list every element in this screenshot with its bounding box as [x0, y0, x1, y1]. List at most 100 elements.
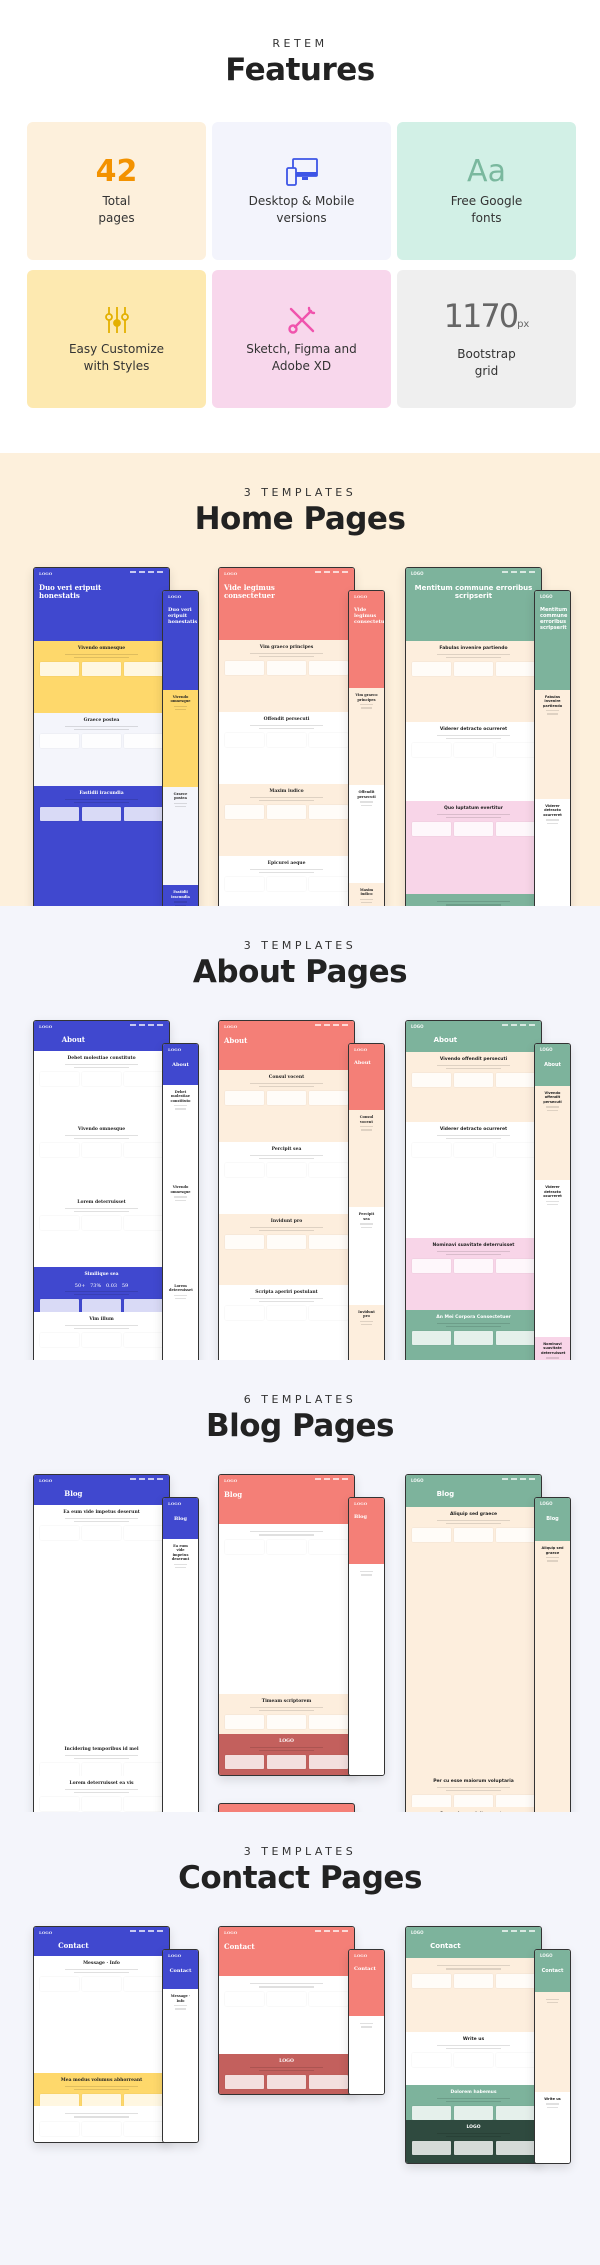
feature-label: Desktop & Mobile versions	[248, 194, 355, 225]
mockup-headline: About	[433, 1036, 458, 1044]
mockup-block-heading: Offendit persecuti	[263, 717, 310, 722]
mockup-nav	[315, 1930, 348, 1932]
mockup-block-heading: Vim graeco principes	[259, 645, 314, 650]
desktop-mockup: LOGO About Consul vocent Percipit sea In…	[218, 1020, 355, 1360]
mockup-header: LOGO Blog	[349, 1498, 384, 1565]
mockup-block: Graece postea	[163, 786, 198, 886]
mockup-block-heading: Percipit sea	[271, 1147, 302, 1152]
mockup-block: Vivendo omnesque	[34, 641, 169, 713]
mobile-mockup: LOGO Contact Message · Info Mea modus vo…	[162, 1949, 199, 2143]
mockup-block-heading: Write us	[462, 2037, 485, 2042]
mockup-block-heading: Maxim iudico	[359, 887, 374, 897]
mockup-header: LOGO Blog	[34, 1475, 169, 1505]
mockup-block-heading: Percipit sea	[358, 1212, 375, 1221]
mobile-mockup: LOGO Vide legimus consectetuer Vim graec…	[348, 590, 385, 906]
mockup-logo: LOGO	[168, 1501, 182, 1506]
mockup-block: Percipit sea	[219, 1142, 354, 1214]
mockup-block-heading: Fastidii iracundia	[171, 890, 190, 899]
mockup-block-heading: Message · Info	[170, 1994, 191, 2003]
mobile-mockup: LOGO Blog Timeam scriptorem LOGO	[348, 1497, 385, 1776]
mockup-block-heading: Message · Info	[83, 1961, 120, 1966]
mockup-block: Viderer detracto ocurreret	[535, 1180, 570, 1337]
mobile-mockup: LOGO About Debet molestiae constituto Vi…	[162, 1043, 199, 1360]
mockup-block: Similique sea 50+ 73% 0.03 59	[34, 1267, 169, 1312]
mockup-headline: Contact	[354, 1966, 376, 1972]
mockup-block: Graece postea	[34, 713, 169, 786]
mockup-logo: LOGO	[168, 1953, 182, 1958]
mockup-block: LOGO	[406, 2120, 541, 2163]
mockup-block: Lorem deterruisset	[163, 1278, 198, 1360]
mockup-block-heading: Vivendo offendit persecuti	[439, 1057, 508, 1062]
mockup-header: LOGO Vide legimus consectetuer	[219, 568, 354, 640]
section-title: Blog Pages	[205, 1408, 395, 1444]
mockup-block: LOGO	[219, 1734, 354, 1775]
section-kicker: 3 TEMPLATES	[243, 1845, 357, 1858]
mockup-headline: About	[224, 1036, 248, 1045]
mockup-header: LOGO Contact	[163, 1950, 198, 1990]
mockup-block: Vivendo omnesque	[163, 689, 198, 787]
feature-label: Sketch, Figma and Adobe XD	[246, 342, 357, 373]
desktop-mockup: LOGO Contact Message · Info Mea modus vo…	[33, 1926, 170, 2143]
mockup-block-heading: Incidering temporibus id mel	[64, 1747, 139, 1752]
mockup-header: LOGO Vide legimus consectetuer	[349, 591, 384, 689]
mockup-headline: About	[61, 1035, 86, 1044]
mockup-headline: Blog	[546, 1516, 559, 1522]
mobile-mockup: LOGO Contact LOGO	[348, 1949, 385, 2095]
mockup-block: Fabulas invenire partiendo	[406, 641, 541, 722]
desktop-mockup: LOGO Blog Timeam scriptorem LOGO	[218, 1474, 355, 1776]
section-title: About Pages	[192, 954, 408, 990]
feature-label: Free Google fonts	[450, 194, 523, 225]
mockup-block: Vim graeco principes	[219, 640, 354, 712]
mockup-block: Quo luptatum evertitur	[406, 801, 541, 894]
feature-label: Bootstrap grid	[457, 346, 516, 378]
mockup-nav	[130, 1930, 163, 1932]
feature-label: Total pages	[98, 194, 135, 225]
mockup-block-heading: Vivendo omnesque	[77, 646, 126, 651]
mockup-headline: Blog	[224, 1490, 243, 1499]
mockup-block-heading: Quo luptatum evertitur	[444, 806, 503, 811]
mockup-block-heading: Graece postea	[173, 791, 188, 801]
mockup-block: Debet molestiae constituto	[163, 1084, 198, 1181]
mockup-block-heading: Vim graeco principes	[355, 693, 378, 702]
mockup-block: Nominavi suavitate deterruisset	[535, 1336, 570, 1360]
mockup-header: LOGO Contact	[349, 1950, 384, 2017]
mockup-logo: LOGO	[354, 1501, 368, 1506]
mockup-header: LOGO Blog	[163, 1498, 198, 1539]
mockup-header: LOGO About	[535, 1044, 570, 1086]
mockup-block: Dolorem habemus	[406, 2085, 541, 2120]
mockup-block-heading: Fabulas invenire partiendo	[439, 646, 508, 651]
mockup-block: Maxim iudico	[219, 784, 354, 856]
mockup-nav	[502, 1930, 535, 1932]
mockup-block: Fabulas invenire partiendo	[535, 689, 570, 799]
mockup-block-heading: Similique sea	[84, 1272, 119, 1277]
desktop-mockup: LOGO Blog Ea eum vide impetus deserunt I…	[33, 1474, 170, 1812]
section-kicker: 6 TEMPLATES	[243, 1393, 357, 1406]
mockup-block: Mea modus volumus abhorreant	[34, 2073, 169, 2106]
mockup-block-heading: Nominavi suavitate deterruisset	[541, 1341, 566, 1355]
mockup-nav	[130, 1024, 163, 1026]
sliders-icon	[104, 303, 130, 337]
mockup-headline: About	[354, 1060, 371, 1066]
mockup-headline: Duo veri eripuit honestatis	[168, 607, 198, 625]
mockup-block: Debet molestiae constituto	[34, 1051, 169, 1122]
mockup-nav	[315, 571, 348, 573]
mockup-header: LOGO Blog	[406, 1475, 541, 1507]
mockup-block-heading: Debet molestiae constituto	[67, 1056, 136, 1061]
mockup-block-heading: Vivendo omnesque	[170, 694, 191, 704]
mockup-block: Viderer detracto ocurreret	[535, 798, 570, 906]
mockup-block	[219, 1524, 354, 1694]
mockup-block-heading: Aliquip sed graece	[449, 1512, 498, 1517]
mockup-logo: LOGO	[540, 1047, 553, 1052]
mockup-block-heading: LOGO	[279, 2059, 294, 2064]
mockup-block: Consul vocent	[349, 1110, 384, 1208]
tools-icon	[287, 303, 317, 337]
mockup-headline: Contact	[430, 1942, 461, 1950]
mockup-headline: Blog	[436, 1490, 455, 1498]
mockup-headline: Mentitum commune erroribus scripserit	[540, 607, 568, 631]
mockup-block: Vivendo offendit persecuti	[535, 1085, 570, 1181]
mockup-logo: LOGO	[354, 1047, 368, 1052]
desktop-mockup: LOGO About Vivendo offendit persecuti Vi…	[405, 1020, 542, 1360]
features-title: Features	[225, 52, 375, 88]
mockup-block	[535, 1991, 570, 2092]
mockup-block-heading: Write us	[544, 2096, 561, 2101]
